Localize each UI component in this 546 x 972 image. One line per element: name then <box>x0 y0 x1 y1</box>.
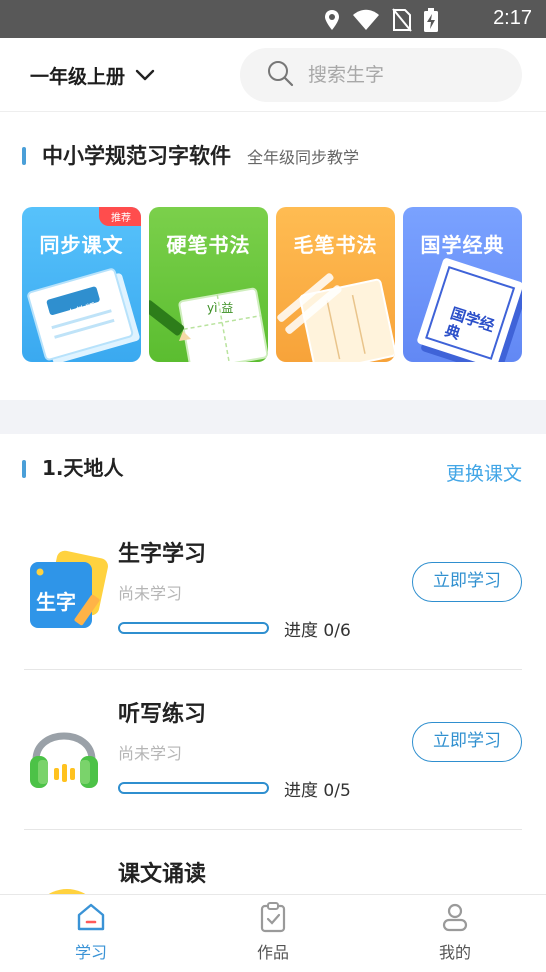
recommend-badge: 推荐 <box>99 207 141 226</box>
list-item: 生字 生字学习 尚未学习 进度 0/6 立即学习 <box>24 510 522 670</box>
list-item: 课文诵读 <box>24 830 522 894</box>
grade-selector[interactable]: 一年级上册 <box>30 62 155 89</box>
item-state: 尚未学习 <box>118 744 183 763</box>
card-label: 同步课文 <box>39 233 124 257</box>
tab-mine[interactable]: 我的 <box>364 895 546 972</box>
search-box[interactable] <box>240 48 522 102</box>
lesson-title: 1.天地人 <box>42 456 124 480</box>
change-lesson-link[interactable]: 更换课文 <box>446 459 522 486</box>
card-sublabel: yì 益 <box>207 301 234 315</box>
lesson-header: 1.天地人 <box>22 452 124 481</box>
item-state: 尚未学习 <box>118 584 183 603</box>
chevron-down-icon <box>135 65 155 87</box>
card-sync-lesson[interactable]: 同步课文 推荐 人教版 <box>22 207 141 362</box>
section-subtitle: 全年级同步教学 <box>247 148 360 167</box>
home-icon <box>75 901 107 937</box>
icon-text: 生字 <box>36 590 76 614</box>
card-brush-calligraphy[interactable]: 毛笔书法 <box>276 207 395 362</box>
card-label: 毛笔书法 <box>293 233 378 257</box>
progress-bar <box>118 782 269 794</box>
card-label: 国学经典 <box>420 233 505 257</box>
character-card-icon: 生字 <box>26 550 108 632</box>
bottom-tab-bar: 学习 作品 我的 <box>0 894 546 972</box>
user-icon <box>439 901 471 937</box>
feature-cards: 同步课文 推荐 人教版 硬笔书法 yì 益 毛笔书法 国学经典 国学经典 <box>22 207 522 362</box>
tab-study[interactable]: 学习 <box>0 895 182 972</box>
battery-charging-icon <box>424 8 438 36</box>
progress-text: 进度 0/5 <box>284 781 351 801</box>
item-name: 生字学习 <box>118 542 207 567</box>
card-classics[interactable]: 国学经典 国学经典 <box>403 207 522 362</box>
grade-label: 一年级上册 <box>30 66 126 88</box>
search-icon <box>266 59 294 91</box>
tab-label: 作品 <box>256 943 289 962</box>
start-learning-button[interactable]: 立即学习 <box>412 562 522 602</box>
headphones-icon <box>26 710 108 792</box>
reading-icon <box>26 884 108 894</box>
wifi-icon <box>352 9 380 35</box>
top-bar: 一年级上册 <box>0 38 546 112</box>
clipboard-check-icon <box>257 901 289 937</box>
section-marker <box>22 147 26 165</box>
progress-bar <box>118 622 269 634</box>
section-header: 中小学规范习字软件 全年级同步教学 <box>22 140 359 170</box>
item-name: 听写练习 <box>118 702 207 727</box>
list-item: 听写练习 尚未学习 进度 0/5 立即学习 <box>24 670 522 830</box>
card-label: 硬笔书法 <box>166 233 251 257</box>
status-icons <box>324 8 438 36</box>
tab-label: 学习 <box>74 943 107 962</box>
start-learning-button[interactable]: 立即学习 <box>412 722 522 762</box>
status-time: 2:17 <box>493 7 532 29</box>
card-pen-calligraphy[interactable]: 硬笔书法 yì 益 <box>149 207 268 362</box>
section-divider <box>0 400 546 434</box>
tab-works[interactable]: 作品 <box>182 895 364 972</box>
section-title: 中小学规范习字软件 <box>42 144 231 168</box>
sim-off-icon <box>392 8 412 36</box>
progress-text: 进度 0/6 <box>284 621 351 641</box>
item-name: 课文诵读 <box>118 862 207 887</box>
status-bar: 2:17 <box>0 0 546 38</box>
lesson-marker <box>22 459 26 478</box>
tab-label: 我的 <box>438 943 471 962</box>
search-input[interactable] <box>308 64 498 86</box>
location-icon <box>324 9 340 35</box>
